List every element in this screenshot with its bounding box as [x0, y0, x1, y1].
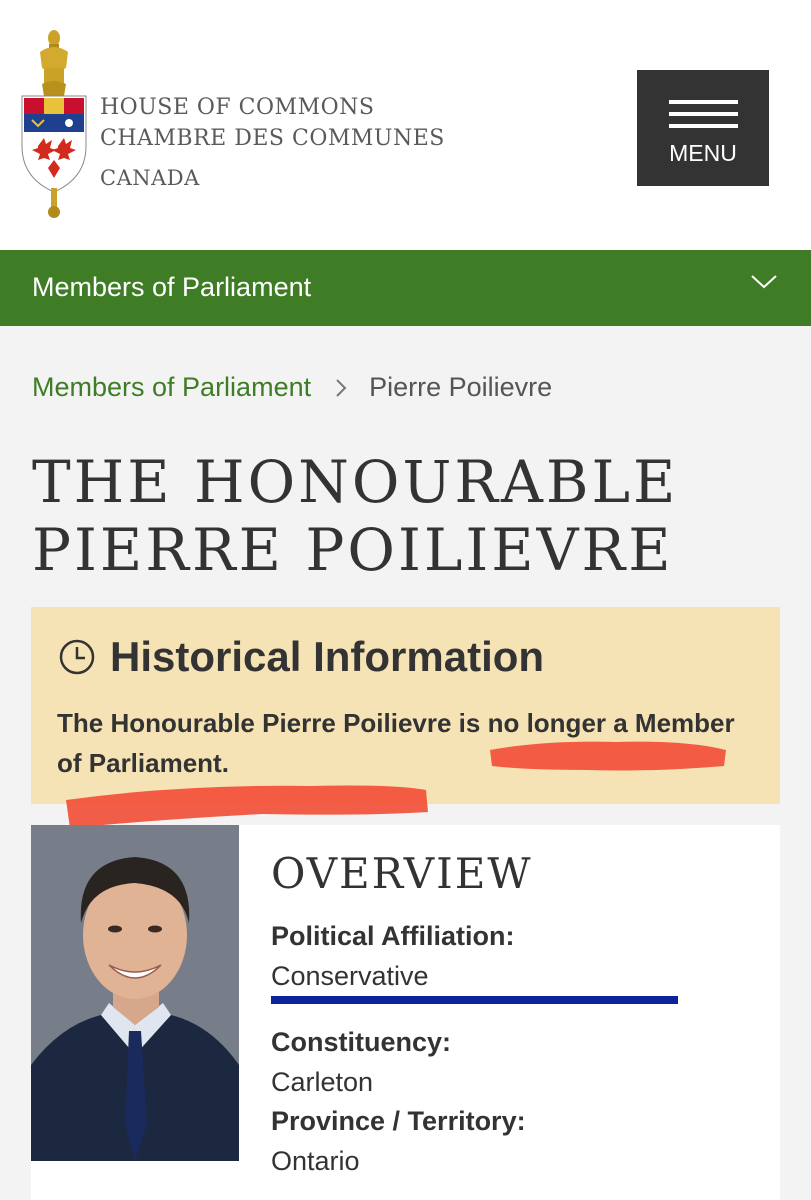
historical-message: The Honourable Pierre Poilievre is no lo… — [57, 708, 735, 778]
section-nav-bar[interactable]: Members of Parliament — [0, 250, 811, 326]
site-header: HOUSE OF COMMONS CHAMBRE DES COMMUNES CA… — [0, 0, 811, 250]
logo-line-french: CHAMBRE DES COMMUNES — [100, 126, 445, 151]
section-title: Members of Parliament — [32, 272, 312, 302]
hamburger-icon — [669, 100, 738, 136]
province-territory-value: Ontario — [271, 1146, 360, 1176]
historical-header: Historical Information — [58, 633, 544, 681]
historical-information-notice: Historical Information The Honourable Pi… — [31, 607, 780, 804]
chevron-down-icon[interactable] — [750, 274, 778, 290]
menu-button[interactable]: MENU — [637, 70, 769, 186]
page-title: THE HONOURABLE PIERRE POILIEVRE — [32, 448, 678, 584]
house-of-commons-crest-logo[interactable] — [18, 28, 90, 220]
political-affiliation-value: Conservative — [271, 961, 429, 991]
constituency-value: Carleton — [271, 1067, 374, 1097]
clock-icon — [59, 639, 95, 675]
breadcrumb-link-members[interactable]: Members of Parliament — [32, 372, 311, 403]
logo-line-country: CANADA — [100, 166, 200, 190]
member-portrait-photo — [31, 825, 239, 1161]
breadcrumb: Members of Parliament Pierre Poilievre — [32, 372, 552, 403]
logo-line-english: HOUSE OF COMMONS — [100, 95, 375, 120]
political-affiliation-label: Political Affiliation: — [271, 921, 515, 951]
breadcrumb-current: Pierre Poilievre — [369, 372, 553, 402]
chevron-right-icon — [336, 378, 347, 397]
overview-card: OVERVIEW Political Affiliation: Conserva… — [31, 825, 780, 1200]
logo-wordmark[interactable]: HOUSE OF COMMONS CHAMBRE DES COMMUNES CA… — [100, 92, 445, 194]
province-territory-label: Province / Territory: — [271, 1106, 526, 1136]
overview-title: OVERVIEW — [271, 849, 533, 898]
menu-label: MENU — [669, 140, 737, 166]
page-title-line1: THE HONOURABLE — [32, 448, 679, 516]
historical-title: Historical Information — [110, 633, 545, 680]
party-color-bar — [271, 996, 678, 1004]
constituency-label: Constituency: — [271, 1027, 452, 1057]
page-title-line2: PIERRE POILIEVRE — [32, 516, 674, 584]
